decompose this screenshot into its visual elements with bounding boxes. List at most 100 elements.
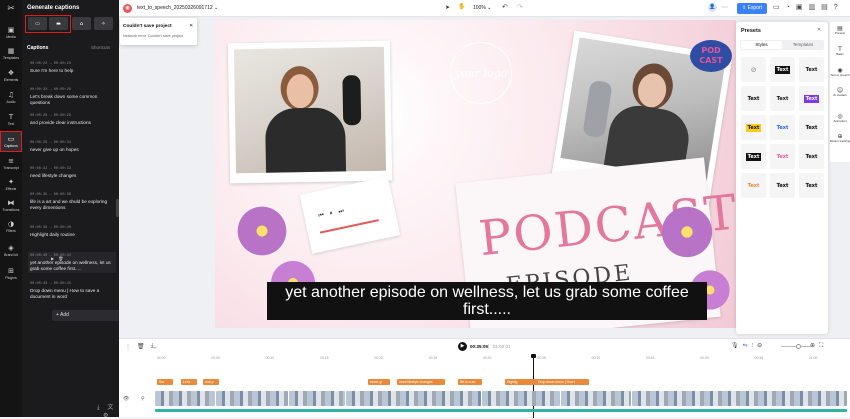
play-button[interactable]: ▶ [458,342,467,351]
pointer-tool[interactable]: ➤ [445,4,450,11]
preset-style[interactable]: Text [770,57,795,82]
right-rail-presets[interactable]: ▤ Presets [830,26,850,36]
audio-track[interactable] [155,409,847,412]
caption-clip[interactable]: Highlig [505,379,537,385]
download-clip-icon[interactable]: ⤓⌄ [151,343,156,350]
split-icon[interactable]: ⋮ [125,344,131,351]
subtitle-file-button[interactable]: ▬ [49,17,68,30]
preset-style[interactable]: Text [741,173,766,198]
caption-item[interactable]: 00:00:38 → 00:00:40 Highlight daily routi… [30,226,116,238]
user-avatar[interactable]: 👤 [708,3,717,12]
preset-style[interactable]: Text [799,115,824,140]
bilingual-button[interactable]: ⌂ [72,17,91,30]
caption-item[interactable]: 00:00:29 → 00:00:31 never give up on hope… [30,141,116,153]
caption-text[interactable]: yet another episode on wellness, let us … [30,260,114,271]
gift-icon[interactable]: ▣ [796,4,809,11]
video-clip-7[interactable] [632,391,847,406]
rail-item-templates[interactable]: ▦ Templates [0,43,22,64]
rail-item-filters[interactable]: ◑ Filters [0,216,22,237]
caption-text[interactable]: Let's break down some common questions [30,94,116,105]
panel-icon[interactable]: ▤ [821,4,834,11]
rail-item-transitions[interactable]: ⧓ Transitions [0,195,22,216]
playhead-handle[interactable] [531,354,536,358]
close-icon[interactable]: ✕ [189,23,193,29]
settings-icon[interactable]: ⚙ [103,413,108,419]
close-presets-icon[interactable]: ✕ [817,27,821,33]
video-canvas[interactable]: ⏮⏸⏭ your logo ⏮⏸⏭ POD CAST PODCAST EPISO… [215,20,736,328]
layout-icon[interactable]: ▥ [808,4,821,11]
rail-item-audio[interactable]: ♫ Audio [0,87,22,108]
tab-shortcuts[interactable]: Shortcuts [91,45,110,50]
rail-item-effects[interactable]: ✦ Effects [0,174,22,195]
zoom-slider-handle[interactable] [796,344,801,349]
tab-styles[interactable]: Styles [741,41,782,49]
fit-icon[interactable]: ⛶ [819,343,827,349]
right-rail-ai-avatars[interactable]: ☺ AI avatars [830,88,850,98]
project-name[interactable]: text_to_speech_20250326091712 ⌄ [137,5,218,11]
translate-icon[interactable]: 文 [107,405,113,411]
right-rail-motion-tracking[interactable]: ⊕ Motion tracking [830,134,850,144]
download-icon[interactable]: ⤓ [97,405,100,411]
video-clip-1[interactable] [155,391,215,406]
video-clip-6[interactable] [561,391,631,406]
caption-item[interactable]: 00:00:35 → 00:00:38 life is a art and we … [30,193,116,210]
preset-style[interactable]: Text [741,115,766,140]
preset-style[interactable]: Text [770,144,795,169]
rail-item-text[interactable]: T Text [0,109,22,130]
rail-item-elements[interactable]: ❖ Elements [0,65,22,86]
help-icon[interactable]: ? [834,4,844,11]
preset-style[interactable]: Text [799,86,824,111]
video-track-lock-icon[interactable]: ⚲ [141,396,145,402]
caption-item[interactable]: 00:00:40 → 00:00:42 yet another episode o… [28,252,116,274]
video-clip-4[interactable] [346,391,481,406]
delete-icon[interactable]: 🗑 [58,256,63,261]
time-ruler[interactable]: 00:00 00:05 00:10 00:15 00:20 00:25 00:30 00:35… [157,356,847,364]
zoom-out-icon[interactable]: ⊖ [757,343,766,349]
preset-style[interactable]: Text [741,86,766,111]
preset-style[interactable]: Text [770,86,795,111]
right-rail-animation[interactable]: ◎ Animation [830,114,850,124]
caption-item[interactable]: 00:00:22 → 00:00:23 Sure I'm here to help [30,62,116,74]
undo-button[interactable]: ↶ [502,3,508,11]
caption-clip[interactable]: life is a art [458,379,482,385]
tab-captions[interactable]: Captions [27,45,48,51]
tab-templates[interactable]: Templates [783,41,823,49]
auto-captions-button[interactable]: ▭ [28,17,47,30]
caption-text[interactable]: life is a art and we shuld be exploring … [30,199,116,210]
more-icon[interactable]: ⋯ [722,4,728,11]
zoom-select[interactable]: 100% ⌄ [473,5,491,11]
preset-style[interactable]: Text [799,57,824,82]
magic-button[interactable]: ✧ [94,17,113,30]
preset-style[interactable]: Text [799,173,824,198]
monitor-icon[interactable]: ▭ [773,4,786,11]
caption-clip[interactable]: Let's [181,379,197,385]
export-button[interactable]: ⇪ Export [737,3,767,14]
rail-item-media[interactable]: ▣ Media [0,22,22,43]
caption-text[interactable]: never give up on hopes [30,147,116,153]
snap-icon[interactable]: ⇋ [743,343,752,349]
caption-item[interactable]: 00:00:32 → 00:00:33 need lifestyle change… [30,167,116,179]
video-clip-2[interactable] [216,391,288,406]
preset-style[interactable]: Text [770,173,795,198]
mic-icon[interactable]: 🎙 [731,343,743,349]
caption-item[interactable]: 00:00:43 → 00:00:45 Drop down menu | How … [30,282,116,299]
capcut-logo[interactable]: ✂ [0,2,22,16]
preset-style[interactable]: Text [770,115,795,140]
rail-item-captions[interactable]: ▭ Captions [0,131,22,152]
delete-clip-icon[interactable]: 🗑 [137,343,145,350]
video-track-eye-icon[interactable]: 👁 [123,396,129,402]
caption-text[interactable]: need lifestyle changes [30,173,116,179]
right-rail-basic[interactable]: T Basic [830,47,850,57]
caption-text[interactable]: Sure I'm here to help [30,68,116,74]
caption-clip[interactable]: Sur [157,379,173,385]
redo-button[interactable]: ↷ [517,3,523,11]
rail-item-transcript[interactable]: ≡ Transcript [0,153,22,174]
video-clip-3[interactable] [289,391,345,406]
hand-tool[interactable]: ✋ [458,3,465,10]
caption-clip[interactable]: need lifestyle changes [397,379,445,385]
caption-overlay[interactable]: yet another episode on wellness, let us … [267,282,707,320]
caption-item[interactable]: 00:00:28 → 00:00:29 and provide clear ins… [30,114,116,126]
caption-text[interactable]: Highlight daily routine [30,232,116,238]
caption-clip[interactable]: and p [203,379,219,385]
preset-style[interactable]: Text [799,144,824,169]
